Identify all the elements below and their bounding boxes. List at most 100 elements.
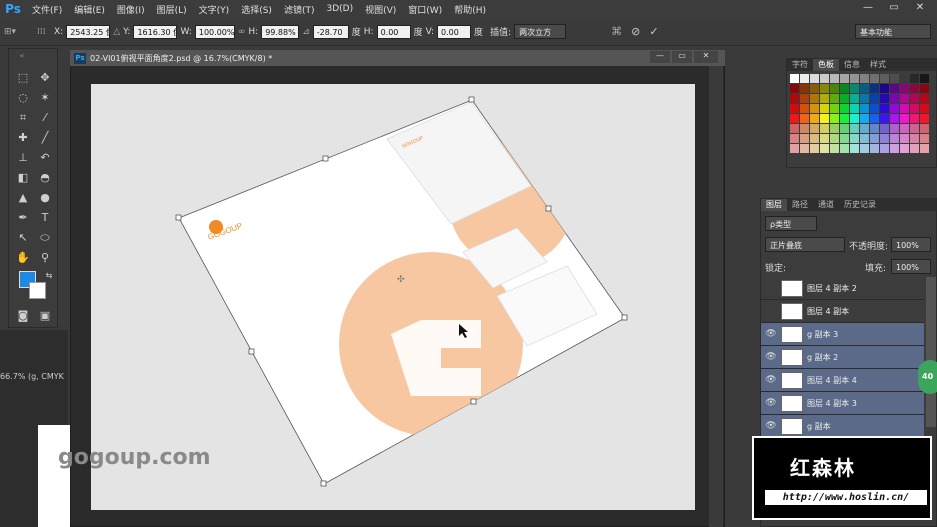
swatch-cell[interactable] xyxy=(920,94,929,103)
tab-layers[interactable]: 图层 xyxy=(761,199,787,211)
swatch-cell[interactable] xyxy=(870,134,879,143)
swatch-cell[interactable] xyxy=(840,104,849,113)
swatch-cell[interactable] xyxy=(900,104,909,113)
y-field[interactable]: 1616.30 像 xyxy=(133,24,178,39)
fill-field[interactable]: 100% xyxy=(891,259,931,274)
layer-row[interactable]: 👁 g 副本 xyxy=(761,415,924,438)
swatch-cell[interactable] xyxy=(870,84,879,93)
swatch-cell[interactable] xyxy=(830,94,839,103)
menu-window[interactable]: 窗口(W) xyxy=(402,3,448,16)
swatch-cell[interactable] xyxy=(860,74,869,83)
swatch-cell[interactable] xyxy=(830,134,839,143)
swatch-cell[interactable] xyxy=(810,84,819,93)
height-field[interactable]: 99.88% xyxy=(261,24,300,39)
swatch-cell[interactable] xyxy=(920,74,929,83)
handle-bottom[interactable] xyxy=(320,480,327,487)
swatch-cell[interactable] xyxy=(880,134,889,143)
swatch-cell[interactable] xyxy=(790,144,799,153)
menu-file[interactable]: 文件(F) xyxy=(26,3,68,16)
type-tool-icon[interactable]: T xyxy=(35,209,55,227)
cancel-transform-icon[interactable]: ⊘ xyxy=(631,25,640,38)
swatch-cell[interactable] xyxy=(880,74,889,83)
healing-brush-icon[interactable]: ✚ xyxy=(13,129,33,147)
swatch-cell[interactable] xyxy=(890,124,899,133)
swatch-cell[interactable] xyxy=(790,114,799,123)
swatch-cell[interactable] xyxy=(880,94,889,103)
handle-bottom-mid[interactable] xyxy=(470,398,477,405)
swatch-cell[interactable] xyxy=(880,124,889,133)
swatch-cell[interactable] xyxy=(920,84,929,93)
menu-view[interactable]: 视图(V) xyxy=(359,3,402,16)
dodge-tool-icon[interactable]: ● xyxy=(35,189,55,207)
swatch-cell[interactable] xyxy=(900,74,909,83)
menu-help[interactable]: 帮助(H) xyxy=(448,3,492,16)
swatch-cell[interactable] xyxy=(890,134,899,143)
swatch-cell[interactable] xyxy=(880,104,889,113)
tab-character[interactable]: 字符 xyxy=(787,59,813,71)
swatch-cell[interactable] xyxy=(900,144,909,153)
swatch-cell[interactable] xyxy=(880,84,889,93)
pivot-point-icon[interactable]: ✣ xyxy=(397,275,405,285)
swatch-cell[interactable] xyxy=(840,134,849,143)
menu-select[interactable]: 选择(S) xyxy=(235,3,278,16)
doc-close-icon[interactable]: ✕ xyxy=(694,51,718,63)
tab-info[interactable]: 信息 xyxy=(839,59,865,71)
swatch-cell[interactable] xyxy=(840,94,849,103)
swatch-cell[interactable] xyxy=(790,104,799,113)
swatch-cell[interactable] xyxy=(830,74,839,83)
x-field[interactable]: 2543.25 像 xyxy=(66,24,111,39)
layer-row[interactable]: 👁 图层 4 副本 3 xyxy=(761,392,924,415)
swatch-cell[interactable] xyxy=(820,114,829,123)
swatch-cell[interactable] xyxy=(890,74,899,83)
ellipse-tool-icon[interactable]: ⬭ xyxy=(35,229,55,247)
swatch-cell[interactable] xyxy=(820,144,829,153)
swatch-cell[interactable] xyxy=(850,84,859,93)
handle-left-mid[interactable] xyxy=(248,348,255,355)
eyedropper-icon[interactable]: ⁄ xyxy=(35,109,55,127)
swatch-cell[interactable] xyxy=(810,124,819,133)
swatch-cell[interactable] xyxy=(870,144,879,153)
swatch-cell[interactable] xyxy=(910,74,919,83)
doc-maximize-icon[interactable]: ▭ xyxy=(672,51,692,63)
swatch-cell[interactable] xyxy=(820,134,829,143)
swatch-cell[interactable] xyxy=(840,114,849,123)
swatch-cell[interactable] xyxy=(820,124,829,133)
swatch-cell[interactable] xyxy=(850,124,859,133)
swatch-cell[interactable] xyxy=(800,144,809,153)
minimize-button[interactable]: — xyxy=(855,0,881,16)
visibility-eye-icon[interactable]: 👁 xyxy=(761,352,781,362)
floating-badge[interactable]: 40 xyxy=(918,360,937,394)
swatch-cell[interactable] xyxy=(860,104,869,113)
layer-row[interactable]: 👁 g 副本 2 xyxy=(761,346,924,369)
swatch-cell[interactable] xyxy=(910,114,919,123)
menu-type[interactable]: 文字(Y) xyxy=(193,3,236,16)
swatch-cell[interactable] xyxy=(860,144,869,153)
swatch-cell[interactable] xyxy=(880,114,889,123)
visibility-eye-icon[interactable]: 👁 xyxy=(761,421,781,431)
swatch-cell[interactable] xyxy=(820,94,829,103)
swatch-cell[interactable] xyxy=(800,104,809,113)
swatch-cell[interactable] xyxy=(800,74,809,83)
swatch-cell[interactable] xyxy=(870,104,879,113)
swatch-cell[interactable] xyxy=(910,84,919,93)
pen-tool-icon[interactable]: ✒ xyxy=(13,209,33,227)
handle-left[interactable] xyxy=(175,214,182,221)
maximize-button[interactable]: ▭ xyxy=(881,0,907,16)
stamp-tool-icon[interactable]: ⊥ xyxy=(13,149,33,167)
swatch-cell[interactable] xyxy=(900,114,909,123)
swatch-cell[interactable] xyxy=(910,104,919,113)
tab-paths[interactable]: 路径 xyxy=(787,199,813,211)
swatch-cell[interactable] xyxy=(850,134,859,143)
swatch-cell[interactable] xyxy=(900,134,909,143)
swatch-cell[interactable] xyxy=(900,84,909,93)
swatch-cell[interactable] xyxy=(790,134,799,143)
eraser-tool-icon[interactable]: ◧ xyxy=(13,169,33,187)
interpolation-select[interactable]: 两次立方 xyxy=(514,24,567,39)
visibility-eye-icon[interactable]: 👁 xyxy=(761,329,781,339)
vskew-field[interactable]: 0.00 xyxy=(437,24,472,39)
swatch-cell[interactable] xyxy=(870,114,879,123)
close-button[interactable]: ✕ xyxy=(907,0,933,16)
lasso-tool-icon[interactable]: ◌ xyxy=(13,89,33,107)
swatch-cell[interactable] xyxy=(850,74,859,83)
swatch-cell[interactable] xyxy=(800,94,809,103)
